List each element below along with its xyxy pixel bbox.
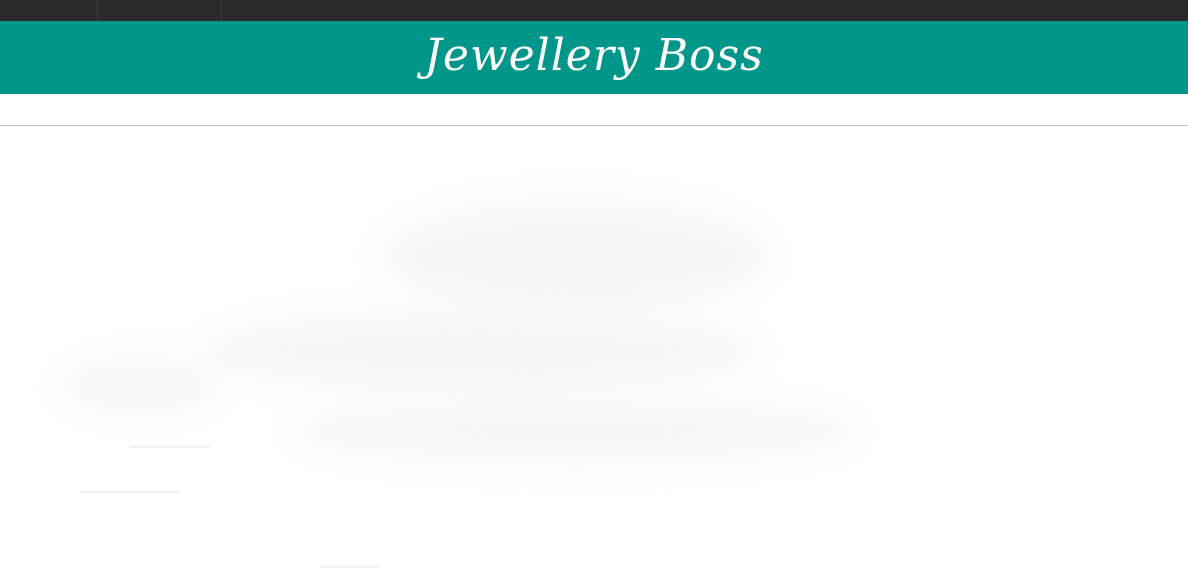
brand-header: Jewellery Boss: [0, 21, 1188, 94]
top-bar-separator: [221, 0, 222, 21]
faded-content-line: [80, 491, 180, 493]
brand-title[interactable]: Jewellery Boss: [424, 30, 763, 81]
faded-content-shape: [380, 196, 770, 316]
top-bar-separator: [97, 0, 98, 21]
faded-content-line: [320, 566, 380, 568]
top-bar: [0, 0, 1188, 21]
faded-content-line: [130, 446, 210, 448]
faded-content-shape: [60, 356, 220, 416]
main-content-area: [0, 126, 1188, 574]
faded-content-shape: [290, 396, 860, 466]
faded-content-shape: [200, 306, 760, 396]
navigation-strip: [0, 94, 1188, 126]
